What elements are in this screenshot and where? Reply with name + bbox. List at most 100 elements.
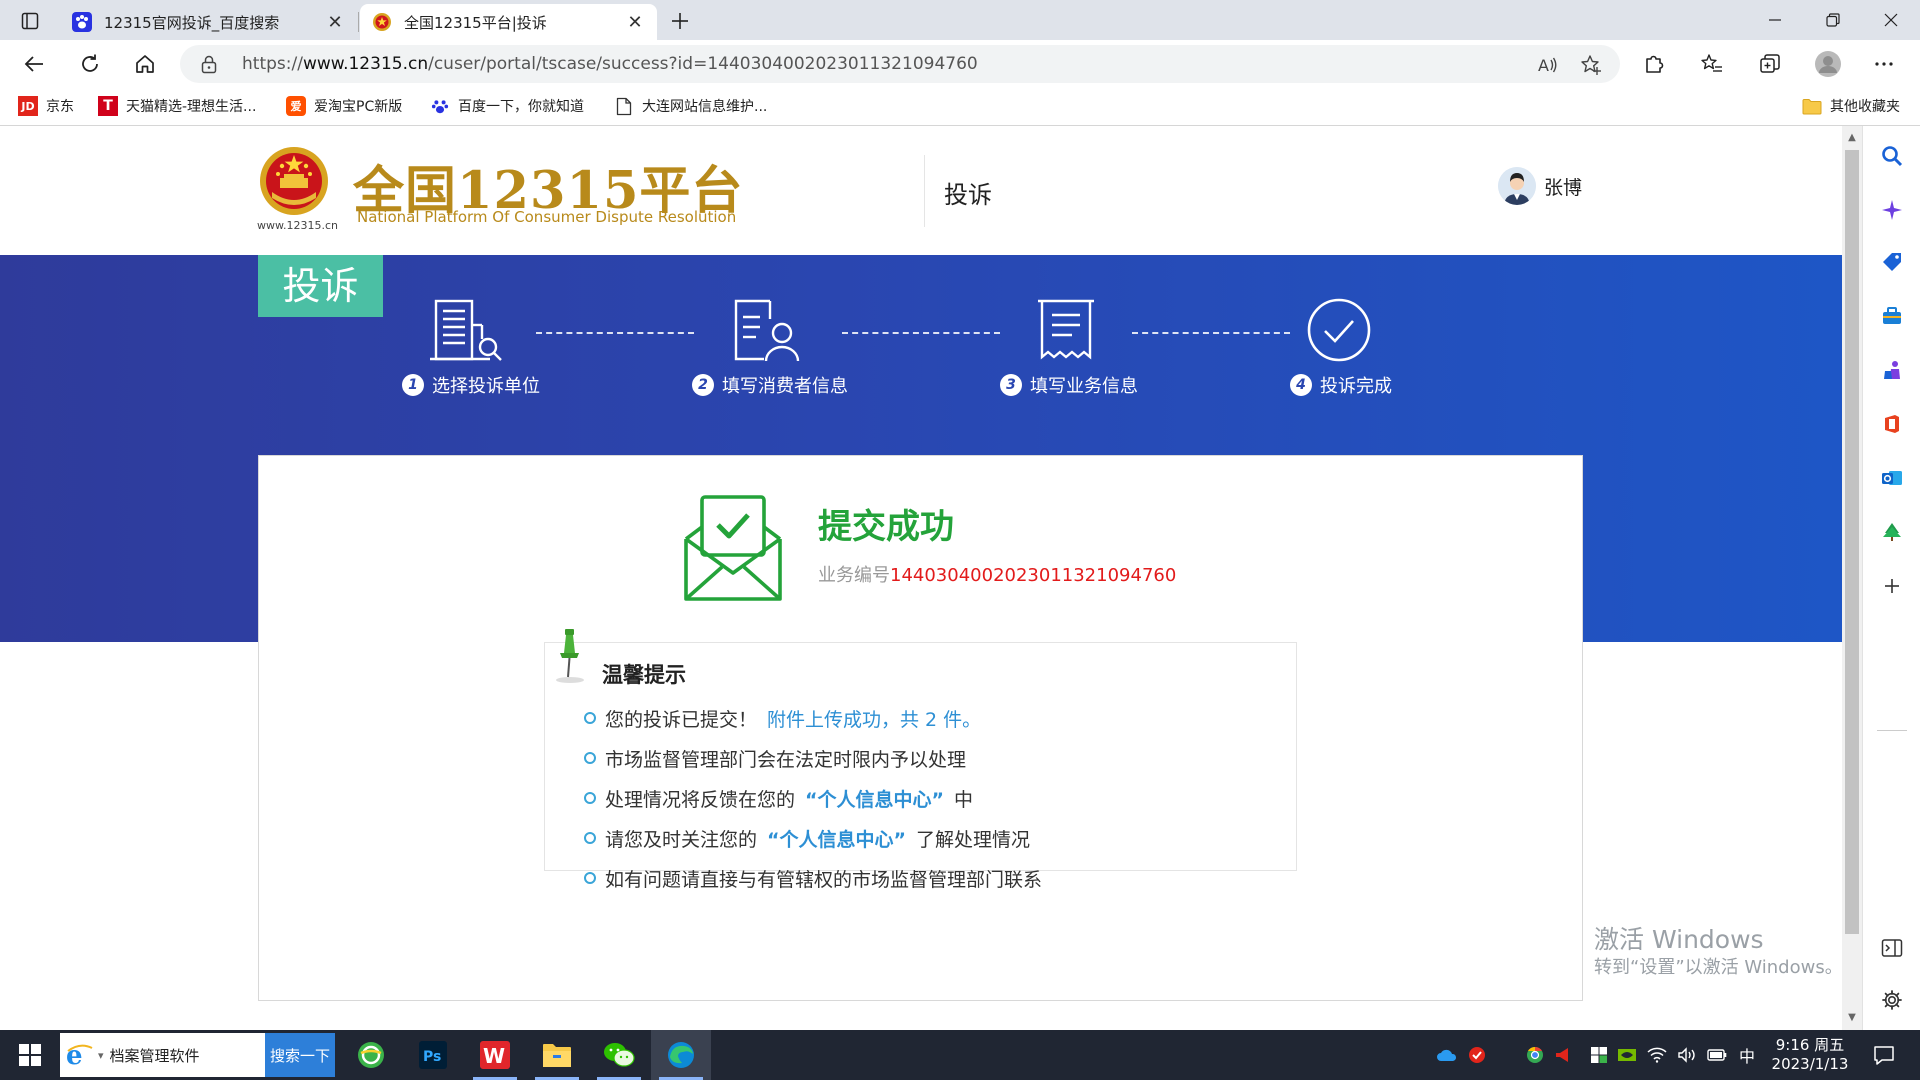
step-1: 1 选择投诉单位 (402, 372, 540, 398)
extensions-button[interactable] (1636, 46, 1672, 82)
wifi-tray-icon[interactable] (1644, 1030, 1670, 1080)
page-icon (614, 96, 634, 116)
windows-taskbar: e ▾ 档案管理软件 搜索一下 Ps W 中 9:16 周五 2023/1/13 (0, 1030, 1920, 1080)
scroll-thumb[interactable] (1845, 150, 1859, 934)
favorite-baidu[interactable]: 百度一下，你就知道 (430, 86, 584, 126)
scroll-down-arrow-icon[interactable]: ▼ (1846, 1012, 1858, 1024)
pushpin-icon (552, 627, 592, 685)
refresh-button[interactable] (72, 46, 108, 82)
taskbar-wechat[interactable] (589, 1030, 649, 1080)
volume-tray-icon[interactable] (1674, 1030, 1700, 1080)
tip-highlight-link[interactable]: “个人信息中心” (805, 785, 944, 812)
step-label: 投诉完成 (1320, 376, 1392, 397)
tab-actions-button[interactable] (14, 8, 46, 34)
taskbar-search-input[interactable]: e ▾ 档案管理软件 (60, 1033, 265, 1077)
back-button[interactable] (16, 46, 52, 82)
new-tab-button[interactable] (664, 6, 696, 36)
step-number: 2 (692, 374, 714, 396)
sidebar-office-button[interactable] (1878, 410, 1906, 438)
sidebar-tools-button[interactable] (1878, 302, 1906, 330)
nav-complaint[interactable]: 投诉 (944, 175, 992, 210)
step-3: 3 填写业务信息 (1000, 372, 1138, 398)
restore-icon (1826, 13, 1840, 27)
tab-baidu-search[interactable]: 12315官网投诉_百度搜索 ✕ (60, 4, 357, 40)
windows-defender-tray-icon[interactable] (1586, 1030, 1612, 1080)
tab-close-icon[interactable]: ✕ (325, 12, 345, 33)
gear-icon (1882, 990, 1902, 1010)
start-button[interactable] (0, 1030, 60, 1080)
chrome-tray-icon[interactable] (1522, 1030, 1548, 1080)
security-tray-icon[interactable] (1464, 1030, 1490, 1080)
tip-item: 您的投诉已提交！ 附件上传成功，共 2 件。 (584, 705, 981, 731)
taskbar-wps[interactable]: W (465, 1030, 525, 1080)
tip-highlight-link[interactable]: “个人信息中心” (767, 825, 906, 852)
jd-icon: JD (18, 96, 38, 116)
tab-title: 全国12315平台|投诉 (404, 13, 547, 32)
favorites-button[interactable] (1694, 46, 1730, 82)
tips-title: 温馨提示 (602, 663, 686, 687)
business-number-value: 1440304002023011321094760 (890, 565, 1177, 586)
sidebar-hide-button[interactable] (1878, 934, 1906, 962)
read-aloud-icon[interactable]: A (1534, 52, 1560, 78)
windows-logo-icon (19, 1044, 41, 1066)
profile-button[interactable] (1810, 46, 1846, 82)
taskbar-edge[interactable] (651, 1030, 711, 1080)
favorite-aitaobao[interactable]: 爱 爱淘宝PC新版 (286, 86, 402, 126)
favorite-tmall[interactable]: T 天猫精选-理想生活... (98, 86, 256, 126)
tip-text: 如有问题请直接与有管辖权的市场监督管理部门联系 (605, 868, 1043, 891)
bullet-circle-icon (584, 712, 596, 724)
tip-text: 中 (954, 788, 974, 811)
favorites-list-icon (1701, 54, 1722, 72)
tip-text: 处理情况将反馈在您的 (605, 788, 796, 811)
lock-icon[interactable] (200, 54, 218, 74)
taskbar-clock[interactable]: 9:16 周五 2023/1/13 (1760, 1036, 1860, 1074)
page-scrollbar[interactable]: ▲ ▼ (1842, 126, 1862, 1030)
taskbar-search-button[interactable]: 搜索一下 (265, 1033, 335, 1077)
settings-more-button[interactable] (1866, 46, 1902, 82)
sidebar-add-button[interactable] (1878, 572, 1906, 600)
tab-12315-complaint[interactable]: 全国12315平台|投诉 ✕ (360, 4, 657, 40)
scroll-up-arrow-icon[interactable]: ▲ (1846, 132, 1858, 144)
sidebar-shopping-button[interactable] (1878, 248, 1906, 276)
search-icon (1882, 146, 1903, 167)
restore-button[interactable] (1804, 0, 1862, 40)
close-window-button[interactable] (1862, 0, 1920, 40)
sidebar-search-button[interactable] (1878, 142, 1906, 170)
web-page: 全国12315平台 National Platform Of Consumer … (0, 127, 1842, 1030)
favorites-bar: JD 京东 T 天猫精选-理想生活... 爱 爱淘宝PC新版 百度一下，你就知道… (0, 86, 1920, 126)
collections-icon (1760, 54, 1780, 73)
user-menu[interactable]: 张博 (1498, 167, 1582, 205)
nvidia-tray-icon[interactable] (1614, 1030, 1640, 1080)
sidebar-discover-button[interactable] (1878, 196, 1906, 224)
other-favorites[interactable]: 其他收藏夹 (1802, 86, 1900, 126)
tab-close-icon[interactable]: ✕ (625, 12, 645, 33)
taskbar-360-browser[interactable] (341, 1030, 401, 1080)
address-bar[interactable]: https://www.12315.cn/cuser/portal/tscase… (180, 45, 1620, 83)
sidebar-outlook-button[interactable] (1878, 464, 1906, 492)
sidebar-settings-button[interactable] (1878, 986, 1906, 1014)
megaphone-tray-icon[interactable] (1550, 1030, 1576, 1080)
home-button[interactable] (127, 46, 163, 82)
taskbar-photoshop[interactable]: Ps (403, 1030, 463, 1080)
puzzle-icon (1646, 55, 1664, 73)
tip-text: 了解处理情况 (916, 828, 1031, 851)
sidebar-games-button[interactable] (1878, 356, 1906, 384)
logo-url: www.12315.cn (257, 219, 338, 232)
minimize-button[interactable] (1746, 0, 1804, 40)
collections-button[interactable] (1752, 46, 1788, 82)
ime-indicator[interactable]: 中 (1734, 1030, 1760, 1080)
baidu-paw-icon (430, 96, 450, 116)
step-2: 2 填写消费者信息 (692, 372, 848, 398)
national-emblem-logo[interactable] (258, 144, 330, 218)
clock-time: 9:16 周五 (1775, 1036, 1845, 1054)
favorite-jd[interactable]: JD 京东 (18, 86, 74, 126)
add-favorite-icon[interactable] (1578, 52, 1604, 78)
taskbar-file-explorer[interactable] (527, 1030, 587, 1080)
minimize-icon (1769, 19, 1781, 21)
onedrive-tray-icon[interactable] (1434, 1030, 1460, 1080)
battery-tray-icon[interactable] (1704, 1030, 1730, 1080)
notification-center-button[interactable] (1864, 1030, 1904, 1080)
favorite-dalian[interactable]: 大连网站信息维护... (614, 86, 767, 126)
sidebar-tree-button[interactable] (1878, 518, 1906, 546)
user-form-icon (730, 297, 806, 365)
